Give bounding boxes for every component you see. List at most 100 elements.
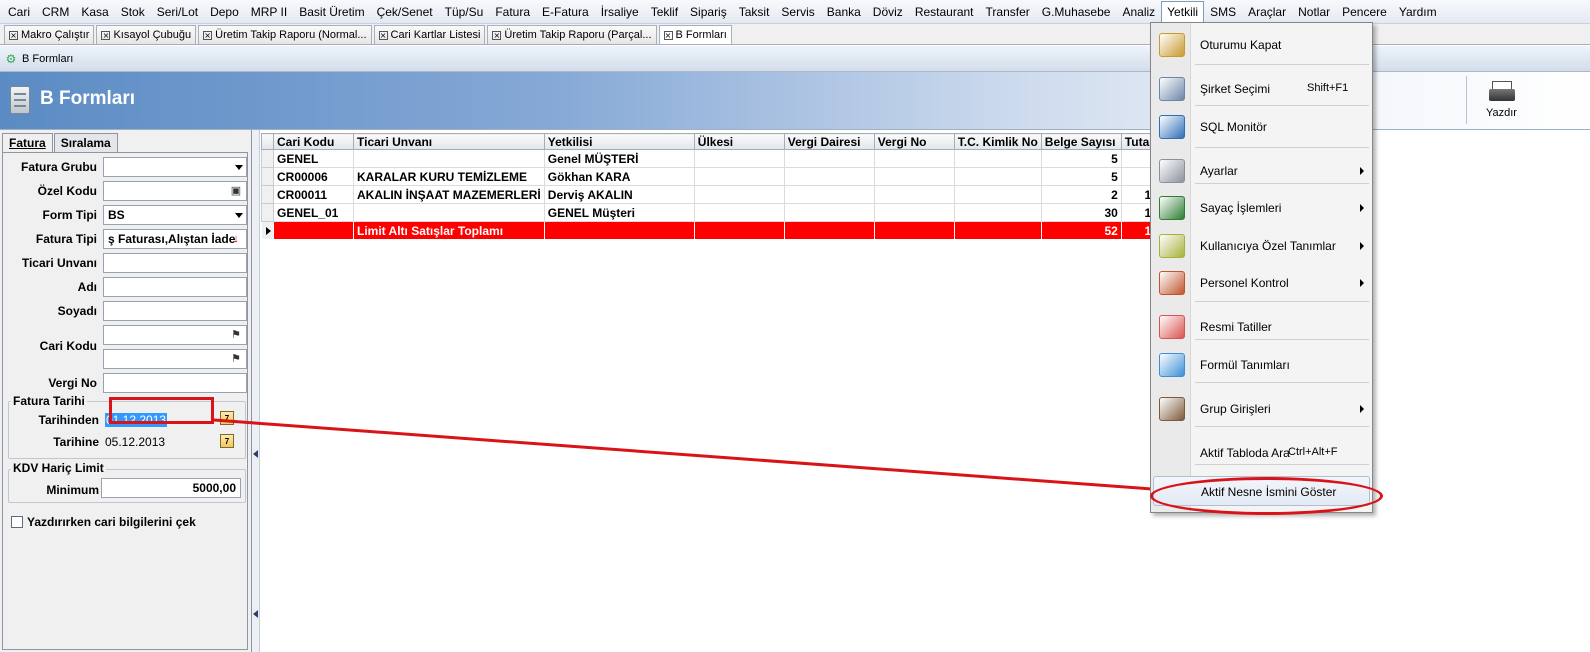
- column-header-ulkesi[interactable]: Ülkesi: [693, 133, 785, 150]
- adi-input[interactable]: [103, 277, 247, 297]
- doc-tab-makro-calistir[interactable]: × Makro Çalıştır: [4, 25, 95, 44]
- minimum-input[interactable]: 5000,00: [101, 478, 241, 498]
- menu-item-grup-girisleri[interactable]: Grup Girişleri: [1153, 394, 1370, 424]
- doc-tab-cari-kartlar-listesi[interactable]: × Cari Kartlar Listesi: [373, 25, 486, 44]
- menu-stok[interactable]: Stok: [115, 1, 151, 23]
- menu-araclar[interactable]: Araçlar: [1242, 1, 1292, 23]
- ticari-unvani-input[interactable]: [103, 253, 247, 273]
- menu-item-sql-monitor[interactable]: SQL Monitör: [1153, 112, 1370, 142]
- doc-tab-uretim-takip-raporu-normal[interactable]: × Üretim Takip Raporu (Normal...: [198, 25, 372, 44]
- close-icon[interactable]: ×: [203, 30, 213, 40]
- menu-analiz[interactable]: Analiz: [1116, 1, 1161, 23]
- doc-tab-kisayol-cubugu[interactable]: × Kısayol Çubuğu: [96, 25, 197, 44]
- fatura-grubu-select[interactable]: [103, 157, 247, 177]
- menu-servis[interactable]: Servis: [775, 1, 820, 23]
- menu-teklif[interactable]: Teklif: [645, 1, 684, 23]
- menu-item-kullaniciya-ozel-tanimlar[interactable]: Kullanıcıya Özel Tanımlar: [1153, 231, 1370, 261]
- menu-yetkili[interactable]: Yetkili: [1161, 0, 1205, 23]
- close-icon[interactable]: ×: [101, 30, 111, 40]
- row-indicator[interactable]: [261, 221, 274, 240]
- menu-notlar[interactable]: Notlar: [1292, 1, 1336, 23]
- column-header-t-c-kimlik-no[interactable]: T.C. Kimlik No: [953, 133, 1042, 150]
- table-row[interactable]: GENELGenel MÜŞTERİ57: [261, 149, 1162, 168]
- menu-mrp-ii[interactable]: MRP II: [245, 1, 293, 23]
- menu-item-ayarlar[interactable]: Ayarlar: [1153, 156, 1370, 186]
- minimum-label: Minimum: [46, 483, 99, 497]
- column-header-vergi-no[interactable]: Vergi No: [873, 133, 955, 150]
- menu-g-muhasebe[interactable]: G.Muhasebe: [1036, 1, 1117, 23]
- menu-transfer[interactable]: Transfer: [980, 1, 1036, 23]
- row-indicator[interactable]: [261, 149, 274, 168]
- column-header-belge-sayisi[interactable]: Belge Sayısı: [1040, 133, 1122, 150]
- cari-kodu-to-input[interactable]: ⚑: [103, 349, 247, 369]
- fatura-tipi-select[interactable]: ş Faturası,Alıştan İade ↓: [103, 229, 247, 249]
- column-header-cari-kodu[interactable]: Cari Kodu: [273, 133, 354, 150]
- vergi-no-input[interactable]: [103, 373, 247, 393]
- cari-kodu-from-input[interactable]: ⚑: [103, 325, 247, 345]
- menu-kasa[interactable]: Kasa: [75, 1, 114, 23]
- doc-tab-b-formlari[interactable]: × B Formları: [658, 25, 732, 44]
- tab-fatura[interactable]: Fatura: [2, 133, 53, 153]
- calendar-icon[interactable]: 7: [220, 411, 234, 425]
- close-icon[interactable]: ×: [663, 30, 673, 40]
- search-person-icon[interactable]: ⚑: [229, 328, 243, 342]
- row-indicator[interactable]: [261, 167, 274, 186]
- collapse-arrow-icon[interactable]: [253, 450, 258, 458]
- yazdir-checkbox[interactable]: [11, 516, 23, 528]
- menu-cek-senet[interactable]: Çek/Senet: [371, 1, 439, 23]
- menu-tup-su[interactable]: Tüp/Su: [439, 1, 490, 23]
- printer-icon: [1488, 81, 1515, 105]
- table-cell: GENEL Müşteri: [543, 203, 695, 222]
- menu-item-resmi-tatiller[interactable]: Resmi Tatiller: [1153, 312, 1370, 342]
- lookup-icon[interactable]: ▣: [229, 184, 243, 198]
- menu-taksit[interactable]: Taksit: [733, 1, 776, 23]
- doc-tab-uretim-takip-raporu-parcal[interactable]: × Üretim Takip Raporu (Parçal...: [487, 25, 657, 44]
- menu-crm[interactable]: CRM: [36, 1, 75, 23]
- menu-item-formul-tanimlari[interactable]: Formül Tanımları: [1153, 350, 1370, 380]
- menu-fatura[interactable]: Fatura: [489, 1, 536, 23]
- tab-siralama[interactable]: Sıralama: [53, 133, 118, 153]
- minimum-value: 5000,00: [192, 481, 236, 495]
- table-row[interactable]: GENEL_01GENEL Müşteri3016: [261, 203, 1162, 222]
- close-icon[interactable]: ×: [378, 30, 388, 40]
- menu-item-oturumu-kapat[interactable]: Oturumu Kapat: [1153, 30, 1370, 60]
- column-header-yetkilisi[interactable]: Yetkilisi: [543, 133, 695, 150]
- soyadi-input[interactable]: [103, 301, 247, 321]
- yetkili-dropdown-menu: Oturumu Kapat Şirket Seçimi Shift+F1 SQL Mo…: [1150, 22, 1373, 513]
- close-icon[interactable]: ×: [492, 30, 502, 40]
- menu-item-aktif-tabloda-ara[interactable]: Aktif Tabloda Ara Ctrl+Alt+F: [1153, 438, 1370, 468]
- menu-sms[interactable]: SMS: [1204, 1, 1242, 23]
- search-person-icon[interactable]: ⚑: [229, 352, 243, 366]
- menu-basit-uretim[interactable]: Basit Üretim: [293, 1, 370, 23]
- row-indicator[interactable]: [261, 185, 274, 204]
- menu-siparis[interactable]: Sipariş: [684, 1, 733, 23]
- total-row[interactable]: Limit Altı Satışlar Toplamı5218: [261, 221, 1162, 240]
- table-row[interactable]: CR00011 AKALIN İNŞAAT MAZEMERLERİ Derviş A…: [261, 185, 1162, 204]
- menu-seri-lot[interactable]: Seri/Lot: [151, 1, 204, 23]
- menu-cari[interactable]: Cari: [2, 1, 36, 23]
- panel-splitter[interactable]: [252, 130, 260, 652]
- menu-e-fatura[interactable]: E-Fatura: [536, 1, 595, 23]
- print-button[interactable]: Yazdır: [1466, 76, 1536, 124]
- menu-yardim[interactable]: Yardım: [1393, 1, 1443, 23]
- collapse-arrow-icon[interactable]: [253, 610, 258, 618]
- column-header-ticari-unvani[interactable]: Ticari Unvanı: [353, 133, 545, 150]
- ozel-kodu-input[interactable]: ▣: [103, 181, 247, 201]
- menu-irsaliye[interactable]: İrsaliye: [595, 1, 645, 23]
- menu-doviz[interactable]: Döviz: [867, 1, 909, 23]
- menu-item-sayac-islemleri[interactable]: Sayaç İşlemleri: [1153, 193, 1370, 223]
- menu-banka[interactable]: Banka: [821, 1, 867, 23]
- menu-depo[interactable]: Depo: [204, 1, 245, 23]
- calendar-icon[interactable]: 7: [220, 434, 234, 448]
- row-indicator[interactable]: [261, 203, 274, 222]
- arrow-down-icon[interactable]: ↓: [229, 232, 243, 246]
- close-icon[interactable]: ×: [9, 30, 18, 40]
- form-tipi-select[interactable]: BS: [103, 205, 247, 225]
- menu-item-sirket-secimi[interactable]: Şirket Seçimi Shift+F1: [1153, 74, 1370, 104]
- column-header-vergi-dairesi[interactable]: Vergi Dairesi: [783, 133, 875, 150]
- tarihine-input[interactable]: 05.12.2013: [103, 434, 215, 452]
- menu-item-personel-kontrol[interactable]: Personel Kontrol: [1153, 268, 1370, 298]
- menu-pencere[interactable]: Pencere: [1336, 1, 1393, 23]
- table-row[interactable]: CR00006 KARALAR KURU TEMİZLEME Gökhan KARA…: [261, 167, 1162, 186]
- menu-restaurant[interactable]: Restaurant: [909, 1, 980, 23]
